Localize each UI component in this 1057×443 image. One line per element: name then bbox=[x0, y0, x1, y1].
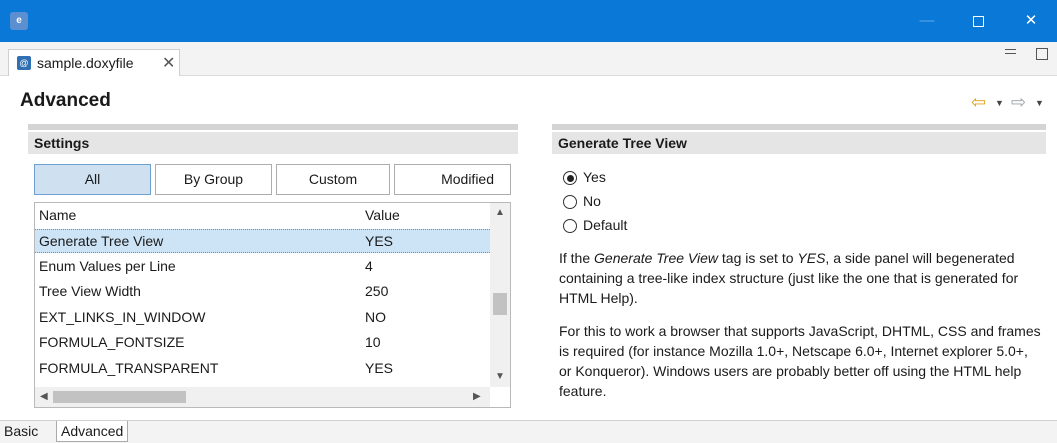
setting-value: 10 bbox=[365, 334, 381, 350]
scroll-left-icon[interactable]: ◀ bbox=[40, 391, 48, 402]
maximize-icon bbox=[972, 15, 984, 27]
horizontal-scrollbar[interactable]: ◀ ▶ bbox=[35, 387, 490, 407]
radio-label: Default bbox=[583, 217, 628, 233]
tag-name-emphasis: Generate Tree View bbox=[594, 250, 719, 266]
close-window-button[interactable]: ✕ bbox=[1008, 0, 1054, 42]
setting-value: 250 bbox=[365, 283, 389, 299]
tab-close-icon[interactable]: ✕ bbox=[162, 53, 175, 73]
table-row[interactable]: Generate Tree View YES bbox=[35, 229, 490, 253]
column-header-name[interactable]: Name bbox=[39, 207, 76, 223]
pane-maximize-icon[interactable] bbox=[1036, 48, 1048, 60]
filter-custom-button[interactable]: Custom bbox=[276, 164, 390, 195]
forward-arrow-icon[interactable]: ⇨ bbox=[1011, 92, 1026, 113]
setting-name: EXT_LINKS_IN_WINDOW bbox=[39, 309, 206, 325]
editor-tab[interactable]: @ sample.doxyfile ✕ bbox=[8, 49, 180, 76]
maximize-button[interactable] bbox=[955, 0, 1001, 42]
minimize-button[interactable]: — bbox=[904, 0, 950, 42]
scroll-up-icon[interactable]: ▲ bbox=[495, 207, 505, 218]
setting-name: Generate Tree View bbox=[39, 233, 164, 249]
vertical-scrollbar[interactable]: ▲ ▼ bbox=[490, 203, 510, 387]
page-tab-bar: Basic Advanced bbox=[0, 420, 1057, 443]
table-row[interactable]: FORMULA_FONTSIZE 10 bbox=[35, 331, 490, 355]
tab-advanced[interactable]: Advanced bbox=[56, 421, 129, 442]
description-paragraph: If the Generate Tree View tag is set to … bbox=[559, 250, 1019, 306]
setting-name: Tree View Width bbox=[39, 283, 141, 299]
scroll-right-icon[interactable]: ▶ bbox=[473, 391, 481, 402]
settings-heading: Settings bbox=[28, 132, 518, 154]
radio-unselected-icon[interactable] bbox=[563, 219, 577, 233]
filter-by-group-button[interactable]: By Group bbox=[155, 164, 272, 195]
settings-section-bar bbox=[28, 124, 518, 130]
app-icon: e bbox=[10, 12, 28, 30]
editor-tab-bar: @ sample.doxyfile ✕ bbox=[0, 42, 1057, 76]
setting-value: YES bbox=[365, 360, 394, 376]
scroll-down-icon[interactable]: ▼ bbox=[495, 371, 505, 382]
setting-name: FORMULA_TRANSPARENT bbox=[39, 360, 219, 376]
radio-label: No bbox=[583, 193, 601, 209]
table-row[interactable]: FORMULA_TRANSPARENT YES bbox=[35, 357, 490, 381]
table-row[interactable]: Tree View Width 250 bbox=[35, 280, 490, 304]
table-row[interactable]: Enum Values per Line 4 bbox=[35, 255, 490, 279]
radio-label: Yes bbox=[583, 169, 606, 185]
setting-name: FORMULA_FONTSIZE bbox=[39, 334, 185, 350]
vertical-scroll-thumb[interactable] bbox=[493, 293, 507, 315]
history-nav: ⇦ ▼ ⇨ ▼ bbox=[971, 92, 1047, 113]
radio-selected-icon[interactable] bbox=[563, 171, 577, 185]
page-title: Advanced bbox=[20, 90, 111, 111]
horizontal-scroll-thumb[interactable] bbox=[53, 391, 186, 403]
detail-heading: Generate Tree View bbox=[552, 132, 1046, 154]
radio-unselected-icon[interactable] bbox=[563, 195, 577, 209]
tab-basic[interactable]: Basic bbox=[4, 423, 38, 439]
setting-value: NO bbox=[365, 309, 386, 325]
setting-value: YES bbox=[365, 233, 394, 249]
setting-value: 4 bbox=[365, 258, 373, 274]
detail-section-bar bbox=[552, 124, 1046, 130]
requirements-paragraph: For this to work a browser that supports… bbox=[559, 323, 1041, 399]
forward-dropdown-icon[interactable]: ▼ bbox=[1035, 98, 1044, 108]
filter-modified-button[interactable]: Modified bbox=[394, 164, 511, 195]
pane-minimize-icon[interactable] bbox=[1005, 49, 1016, 54]
value-emphasis: YES bbox=[797, 250, 826, 266]
editor-tab-label: sample.doxyfile bbox=[37, 55, 134, 71]
back-dropdown-icon[interactable]: ▼ bbox=[995, 98, 1004, 108]
table-row[interactable]: EXT_LINKS_IN_WINDOW NO bbox=[35, 306, 490, 330]
filter-all-button[interactable]: All bbox=[34, 164, 151, 195]
back-arrow-icon[interactable]: ⇦ bbox=[971, 92, 986, 113]
doxyfile-icon: @ bbox=[17, 56, 31, 70]
window-titlebar: e — ✕ bbox=[0, 0, 1057, 42]
setting-name: Enum Values per Line bbox=[39, 258, 176, 274]
settings-table: Name Value Generate Tree View YES Enum V… bbox=[34, 202, 511, 408]
column-header-value[interactable]: Value bbox=[365, 207, 400, 223]
